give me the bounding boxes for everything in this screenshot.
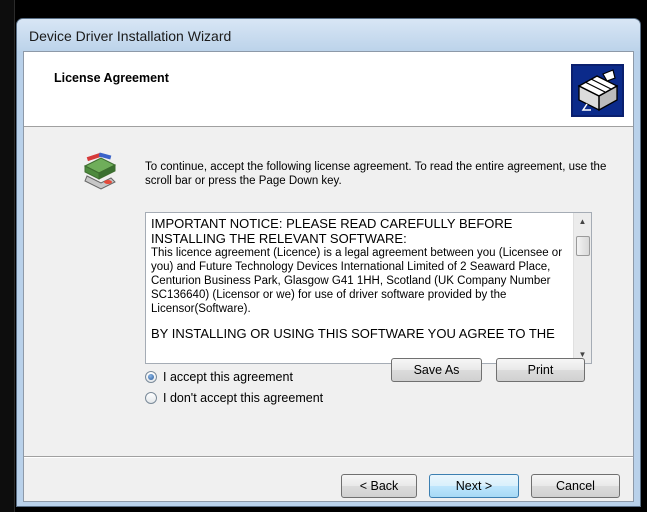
license-body: This licence agreement (Licence) is a le… (151, 247, 563, 315)
footer-divider (24, 456, 633, 458)
save-as-button[interactable]: Save As (391, 358, 482, 382)
software-package-icon (83, 152, 117, 190)
window-title: Device Driver Installation Wizard (29, 28, 232, 44)
intro-instructions: To continue, accept the following licens… (145, 161, 607, 187)
accept-label: I accept this agreement (163, 370, 293, 384)
license-text-content: IMPORTANT NOTICE: PLEASE READ CAREFULLY … (151, 216, 565, 341)
wizard-window: Device Driver Installation Wizard Licens… (16, 18, 641, 507)
decline-label: I don't accept this agreement (163, 391, 324, 405)
page-title: License Agreement (54, 71, 169, 85)
license-heading: IMPORTANT NOTICE: PLEASE READ CAREFULLY … (151, 216, 513, 246)
license-continuation: BY INSTALLING OR USING THIS SOFTWARE YOU… (151, 326, 555, 341)
title-bar[interactable]: Device Driver Installation Wizard (17, 19, 640, 51)
print-button[interactable]: Print (496, 358, 585, 382)
next-button[interactable]: Next > (429, 474, 519, 498)
accept-radio[interactable] (145, 371, 157, 383)
cancel-button[interactable]: Cancel (531, 474, 620, 498)
wizard-client-area: License Agreement To continue, accept th… (23, 51, 634, 502)
decline-radio[interactable] (145, 392, 157, 404)
scroll-thumb[interactable] (576, 236, 590, 256)
scroll-up-arrow-icon[interactable]: ▲ (574, 213, 591, 230)
license-scrollbar[interactable]: ▲ ▼ (573, 213, 591, 363)
wizard-header: License Agreement (24, 52, 633, 127)
license-text-box[interactable]: IMPORTANT NOTICE: PLEASE READ CAREFULLY … (145, 212, 592, 364)
installer-box-icon (571, 64, 624, 117)
background-strip (0, 0, 15, 512)
accept-option[interactable]: I accept this agreement (145, 370, 293, 384)
decline-option[interactable]: I don't accept this agreement (145, 391, 323, 405)
back-button[interactable]: < Back (341, 474, 417, 498)
